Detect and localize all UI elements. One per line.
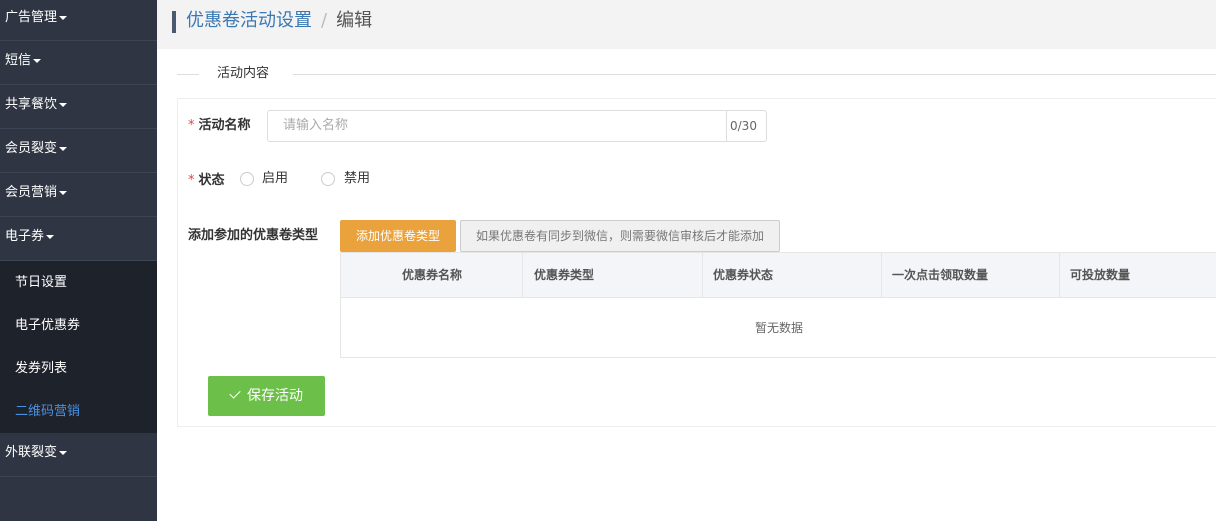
sidebar-item-ads[interactable]: 广告管理 xyxy=(0,0,157,41)
activity-name-count: 0/30 xyxy=(727,110,767,142)
divider xyxy=(293,74,1216,75)
table-empty-text: 暂无数据 xyxy=(754,321,803,335)
caret-down-icon xyxy=(59,102,68,107)
column-header-claim-quantity: 一次点击领取数量 xyxy=(882,253,1060,298)
status-label: * 状态 xyxy=(188,173,225,188)
caret-down-icon xyxy=(59,15,68,20)
sidebar-subitem-e-coupon[interactable]: 电子优惠券 xyxy=(0,304,157,347)
status-disable-label[interactable]: 禁用 xyxy=(344,171,370,187)
wechat-sync-hint-button[interactable]: 如果优惠卷有同步到微信，则需要微信审核后才能添加 xyxy=(460,220,780,252)
sidebar-item-member-fission[interactable]: 会员裂变 xyxy=(0,129,157,173)
add-coupon-type-button[interactable]: 添加优惠卷类型 xyxy=(340,220,456,252)
divider xyxy=(177,74,199,75)
sidebar-item-label: 电子券 xyxy=(5,229,45,244)
table-header: 优惠券名称 优惠券类型 优惠券状态 一次点击领取数量 可投放数量 xyxy=(341,253,1216,298)
sidebar-item-label: 外联裂变 xyxy=(5,445,58,460)
caret-down-icon xyxy=(33,58,42,63)
sidebar-subitem-qrcode-marketing[interactable]: 二维码营销 xyxy=(0,390,157,433)
sidebar-submenu: 节日设置 电子优惠券 发券列表 二维码营销 xyxy=(0,261,157,433)
save-button-label: 保存活动 xyxy=(247,388,303,404)
activity-name-input[interactable]: 请输入名称 xyxy=(267,110,727,142)
sidebar-item-label: 会员营销 xyxy=(5,185,58,200)
breadcrumb-separator: / xyxy=(321,10,328,31)
caret-down-icon xyxy=(59,190,68,195)
sidebar-item-external-fission[interactable]: 外联裂变 xyxy=(0,433,157,477)
page-header: 优惠卷活动设置 / 编辑 xyxy=(157,0,1216,49)
column-header-coupon-name: 优惠券名称 xyxy=(341,253,523,298)
sidebar-item-label: 短信 xyxy=(5,53,32,68)
sidebar-item-label: 共享餐饮 xyxy=(5,97,58,112)
caret-down-icon xyxy=(59,146,68,151)
breadcrumb: 优惠卷活动设置 / 编辑 xyxy=(186,9,372,33)
column-header-coupon-type: 优惠券类型 xyxy=(523,253,703,298)
sidebar-item-shared-dining[interactable]: 共享餐饮 xyxy=(0,85,157,129)
coupon-table: 优惠券名称 优惠券类型 优惠券状态 一次点击领取数量 可投放数量 暂无数据 xyxy=(340,252,1216,358)
breadcrumb-current: 编辑 xyxy=(336,10,373,31)
column-header-available-quantity: 可投放数量 xyxy=(1070,268,1131,282)
status-disable-radio[interactable] xyxy=(321,172,335,186)
save-activity-button[interactable]: 保存活动 xyxy=(208,376,325,416)
required-mark: * xyxy=(188,118,195,133)
status-enable-label[interactable]: 启用 xyxy=(262,171,288,187)
section-title: 活动内容 xyxy=(217,66,270,81)
sidebar-subitem-issue-list[interactable]: 发券列表 xyxy=(0,347,157,390)
header-accent-bar xyxy=(172,11,176,33)
coupon-type-label: 添加参加的优惠卷类型 xyxy=(188,228,319,243)
caret-down-icon xyxy=(46,234,55,239)
sidebar-item-label: 广告管理 xyxy=(5,10,58,25)
breadcrumb-parent-link[interactable]: 优惠卷活动设置 xyxy=(186,10,312,31)
activity-name-label: * 活动名称 xyxy=(188,118,251,133)
sidebar-subitem-holiday[interactable]: 节日设置 xyxy=(0,261,157,304)
required-mark: * xyxy=(188,173,195,188)
caret-down-icon xyxy=(59,450,68,455)
sidebar-item-e-coupon[interactable]: 电子券 xyxy=(0,217,157,261)
sidebar-item-sms[interactable]: 短信 xyxy=(0,41,157,85)
check-icon xyxy=(229,387,241,399)
column-header-coupon-status: 优惠券状态 xyxy=(703,253,882,298)
sidebar-item-label: 会员裂变 xyxy=(5,141,58,156)
status-enable-radio[interactable] xyxy=(240,172,254,186)
sidebar: 广告管理 短信 共享餐饮 会员裂变 会员营销 电子券 节日设置 电子优惠券 发券… xyxy=(0,0,157,521)
sidebar-item-member-marketing[interactable]: 会员营销 xyxy=(0,173,157,217)
